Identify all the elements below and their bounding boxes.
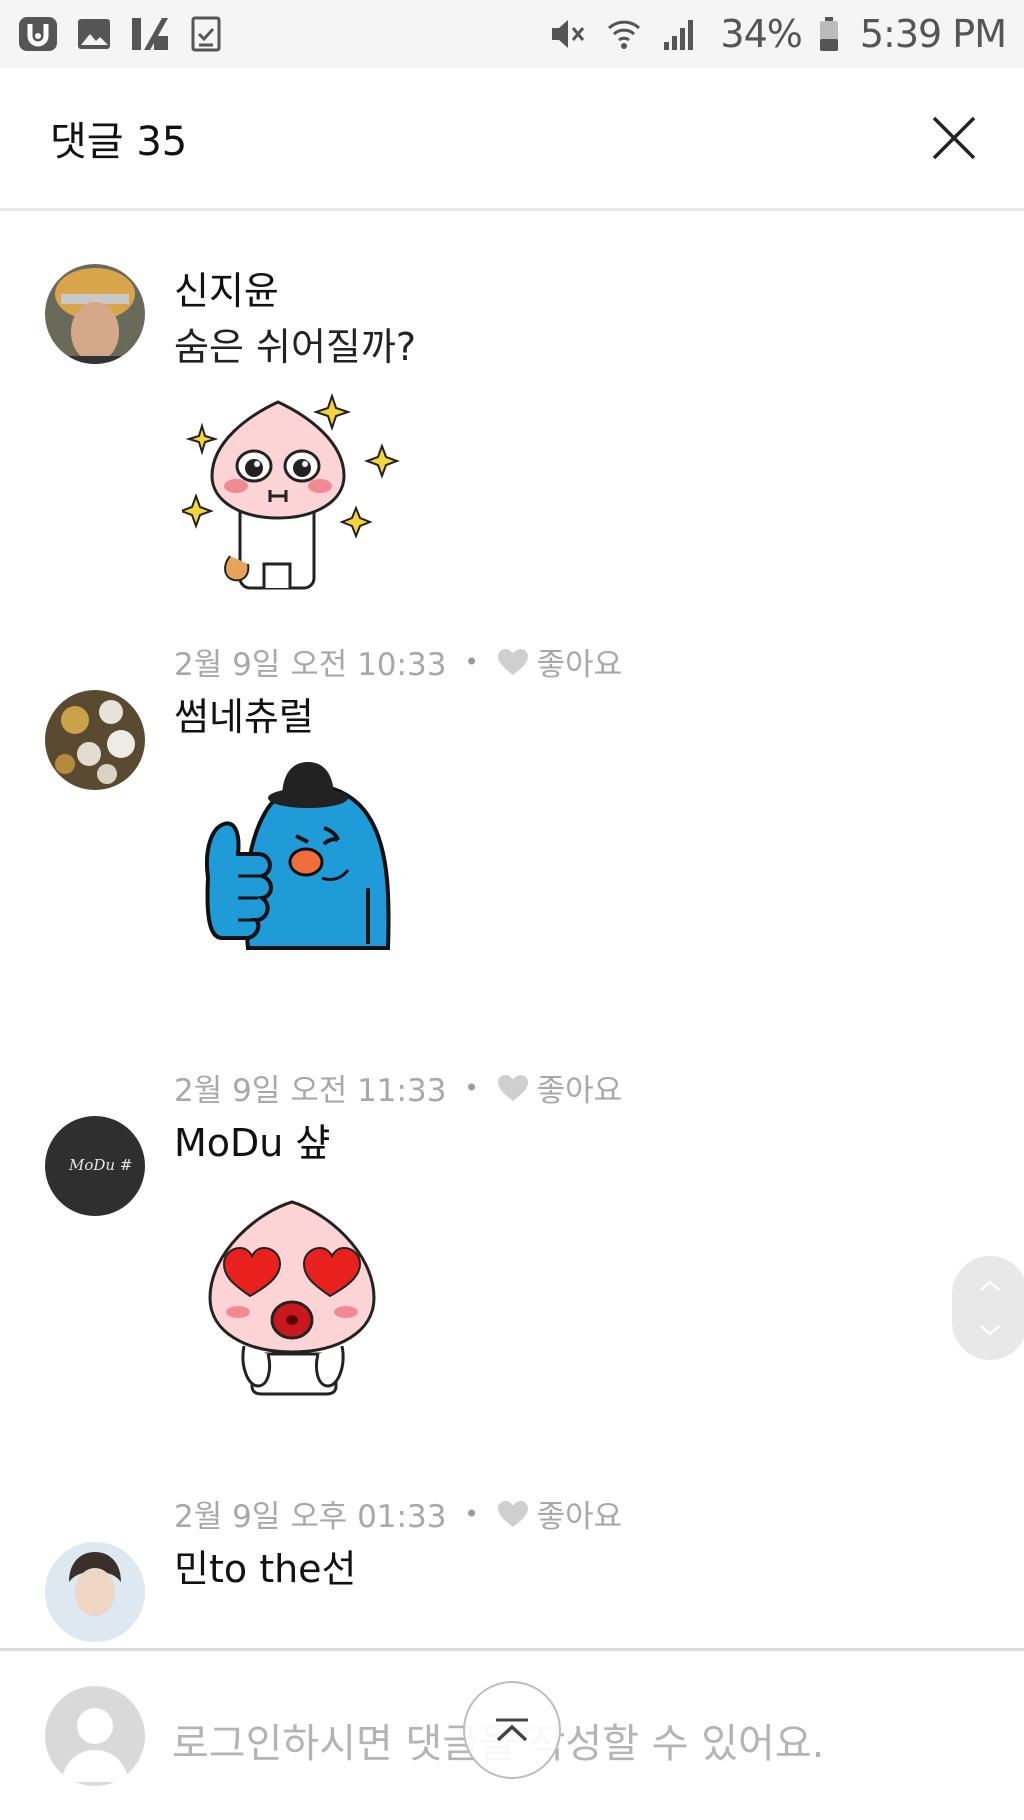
uplus-icon xyxy=(18,14,58,54)
peach-heart-eyes-sticker xyxy=(196,1196,396,1400)
like-label: 좋아요 xyxy=(536,1499,623,1535)
comment-author[interactable]: 신지윤 xyxy=(174,260,279,315)
heart-icon xyxy=(497,1074,528,1101)
meta-separator: • xyxy=(464,1499,479,1528)
comments-header: 댓글 35 xyxy=(0,68,1024,211)
battery-percent: 34% xyxy=(720,12,802,56)
page-title: 댓글 35 xyxy=(50,119,188,165)
status-bar-right: 34% 5:39 PM xyxy=(548,12,1007,56)
comment-input-bar: 로그인하시면 댓글을 작성할 수 있어요. xyxy=(0,1648,1024,1820)
status-bar-left xyxy=(18,14,226,54)
like-label: 좋아요 xyxy=(536,647,623,683)
comment-text: 숨은 쉬어질까? xyxy=(174,325,417,369)
meta-separator: • xyxy=(464,647,479,676)
image-icon xyxy=(74,14,114,54)
app-icon xyxy=(130,14,170,54)
comment-list[interactable]: 신지윤 숨은 쉬어질까? 2월 9일 오전 10:33 • 좋아요 썸네츄럴 2… xyxy=(0,214,1024,1648)
mute-icon xyxy=(548,14,588,54)
avatar[interactable] xyxy=(45,1542,145,1642)
like-button[interactable]: 좋아요 xyxy=(497,1065,623,1110)
comment-author[interactable]: MoDu 샾 xyxy=(174,1112,330,1167)
scroll-down-button[interactable] xyxy=(970,1315,1010,1345)
heart-icon xyxy=(497,1500,528,1527)
like-label: 좋아요 xyxy=(536,1073,623,1109)
close-button[interactable] xyxy=(924,108,984,168)
signal-icon xyxy=(660,14,700,54)
comment-meta: 2월 9일 오전 11:33 • 좋아요 xyxy=(174,1065,622,1110)
like-button[interactable]: 좋아요 xyxy=(497,639,623,684)
meta-separator: • xyxy=(464,1073,479,1102)
peach-sparkle-sticker xyxy=(178,386,402,600)
default-avatar-icon xyxy=(45,1686,145,1786)
avatar[interactable]: MoDu # xyxy=(45,1116,145,1216)
chevron-down-icon xyxy=(980,1325,1000,1336)
comment-author[interactable]: 썸네츄럴 xyxy=(174,686,314,741)
comment-author[interactable]: 민to the선 xyxy=(174,1538,357,1593)
wifi-icon xyxy=(604,14,644,54)
comment-timestamp: 2월 9일 오후 01:33 xyxy=(174,1499,447,1535)
avatar[interactable] xyxy=(45,264,145,364)
clock: 5:39 PM xyxy=(859,12,1007,56)
blue-thumbs-up-sticker xyxy=(178,758,408,972)
comment-meta: 2월 9일 오후 01:33 • 좋아요 xyxy=(174,1491,622,1536)
scroll-control xyxy=(952,1256,1024,1360)
like-button[interactable]: 좋아요 xyxy=(497,1491,623,1536)
avatar[interactable] xyxy=(45,690,145,790)
close-icon xyxy=(932,116,976,160)
chevron-up-icon xyxy=(496,1718,528,1742)
comment-meta: 2월 9일 오전 10:33 • 좋아요 xyxy=(174,639,622,684)
avatar-text: MoDu # xyxy=(69,1156,133,1174)
heart-icon xyxy=(497,648,528,675)
scroll-to-top-button[interactable] xyxy=(463,1681,561,1779)
battery-icon xyxy=(818,14,840,54)
status-bar: 34% 5:39 PM xyxy=(0,0,1024,68)
chevron-up-icon xyxy=(980,1280,1000,1291)
scroll-up-button[interactable] xyxy=(970,1271,1010,1301)
comment-timestamp: 2월 9일 오전 10:33 xyxy=(174,647,447,683)
comment-timestamp: 2월 9일 오전 11:33 xyxy=(174,1073,447,1109)
checkbox-icon xyxy=(186,14,226,54)
